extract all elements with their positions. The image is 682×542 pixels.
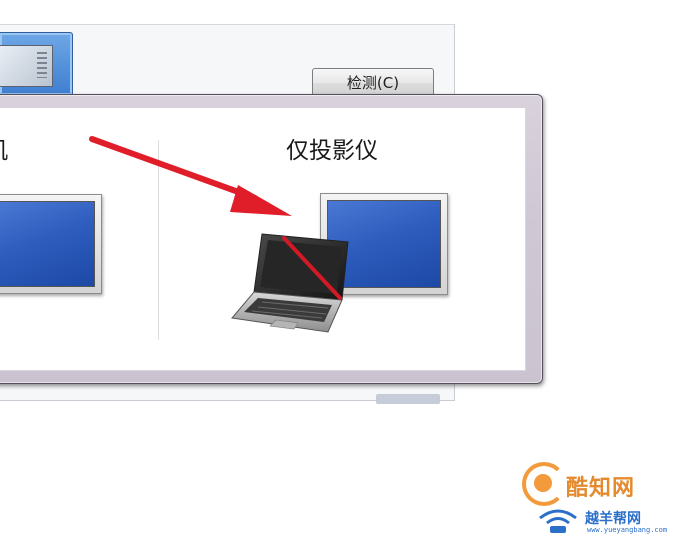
watermark-site-name: 越羊帮网 [585, 511, 641, 527]
display-thumbnail-icon[interactable] [0, 32, 73, 96]
display-thumbnail-screen [0, 45, 53, 87]
watermark-brand: 酷知网 [566, 476, 636, 501]
monitor-icon[interactable] [0, 194, 102, 294]
watermark-wifi-icon [539, 509, 577, 533]
option-divider [158, 140, 159, 340]
advanced-settings-link[interactable] [376, 394, 440, 404]
option-label-projector-only[interactable]: 仅投影仪 [286, 136, 378, 166]
watermark-url: www.yueyangbang.com [587, 526, 668, 534]
laptop-disabled-icon[interactable] [228, 230, 352, 336]
window-border [0, 24, 454, 25]
monitor-screen [0, 201, 95, 287]
watermark-logo-dot [534, 474, 552, 492]
option-label-computer-only[interactable]: 机 [0, 136, 8, 166]
